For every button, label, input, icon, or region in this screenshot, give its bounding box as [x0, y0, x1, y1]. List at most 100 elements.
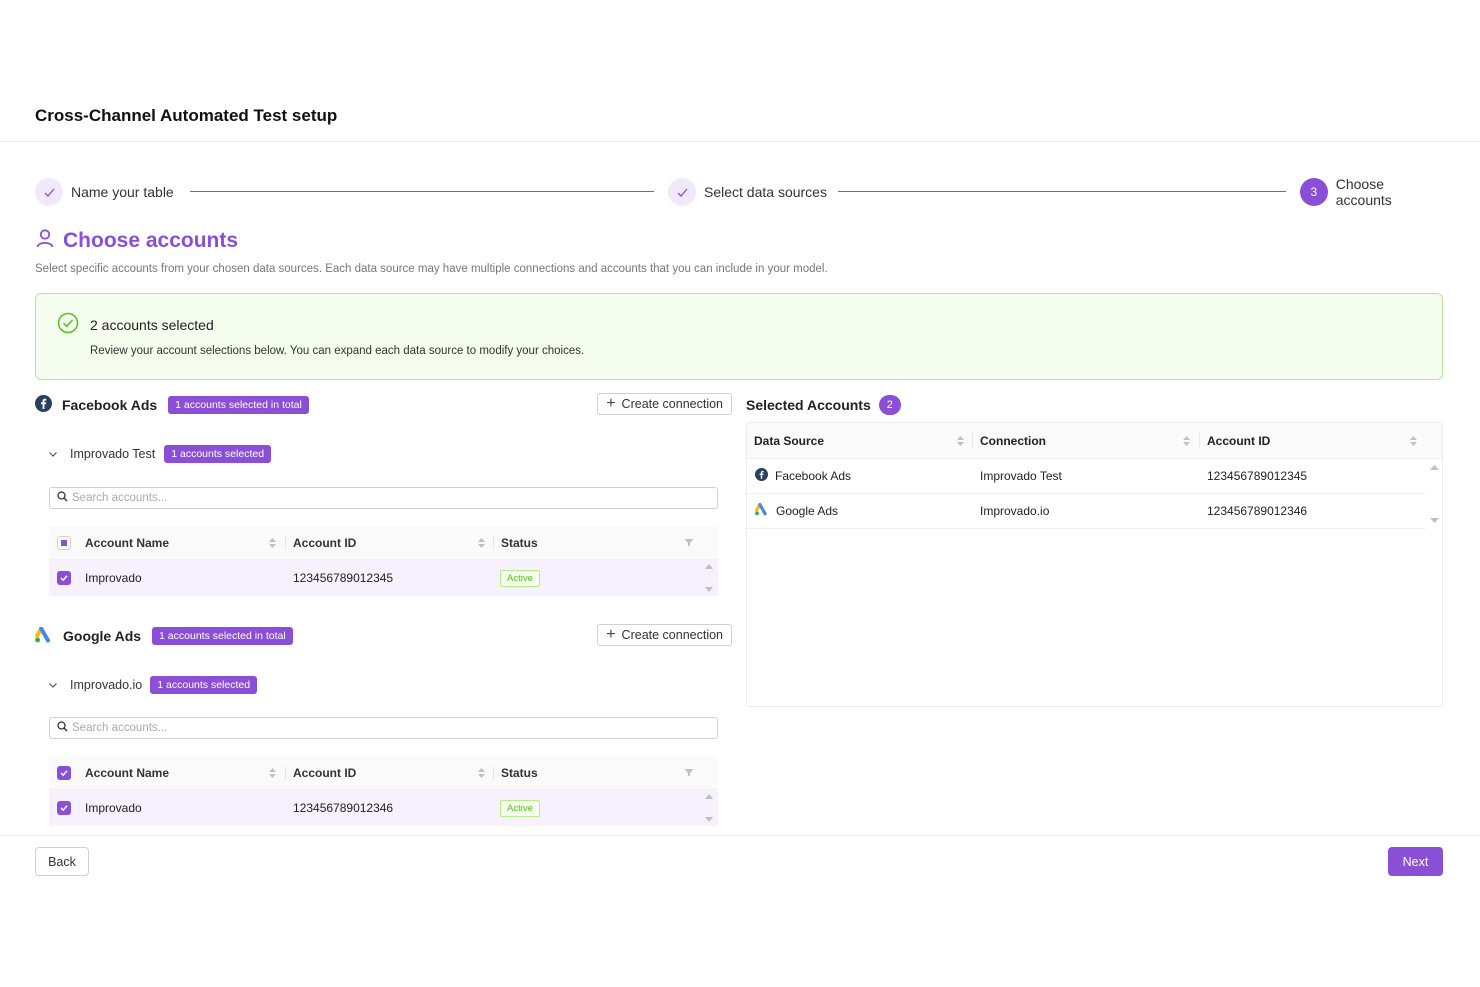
column-header[interactable]: Status	[501, 526, 538, 559]
total-selected-badge: 1 accounts selected in total	[168, 396, 309, 414]
column-header[interactable]: Account Name	[85, 756, 169, 789]
column-divider	[972, 433, 973, 447]
table-row[interactable]: Improvado 123456789012346 Active	[49, 790, 718, 826]
data-source-name: Google Ads	[776, 504, 839, 518]
next-button[interactable]: Next	[1388, 847, 1443, 876]
check-icon	[668, 178, 696, 206]
account-name: Improvado	[85, 571, 142, 585]
connection-cell: Improvado.io	[980, 504, 1050, 518]
create-connection-label: Create connection	[621, 397, 723, 411]
step-label: Name your table	[71, 184, 174, 200]
step-label: Select data sources	[704, 184, 827, 200]
connection-name: Improvado.io	[70, 678, 143, 692]
sort-icon[interactable]	[956, 423, 965, 458]
search-input[interactable]	[72, 492, 692, 504]
table-row[interactable]: Improvado 123456789012345 Active	[49, 560, 718, 596]
step-connector	[190, 191, 654, 192]
table-row: Google Ads Improvado.io 123456789012346	[747, 494, 1426, 529]
table-header: Account Name Account ID Status	[49, 756, 718, 790]
facebook-icon	[35, 395, 52, 415]
back-button[interactable]: Back	[35, 847, 89, 876]
banner-text: Review your account selections below. Yo…	[90, 345, 585, 357]
table-header: Data Source Connection Account ID	[747, 423, 1442, 459]
accounts-table: Account Name Account ID Status Improvado…	[49, 526, 718, 596]
create-connection-button[interactable]: + Create connection	[597, 624, 732, 646]
step-number: 3	[1300, 178, 1328, 206]
connection-selected-badge: 1 accounts selected	[164, 445, 272, 463]
total-selected-badge: 1 accounts selected in total	[152, 627, 293, 645]
scrollbar[interactable]	[703, 560, 715, 596]
column-header[interactable]: Account ID	[1207, 423, 1270, 458]
connection-cell: Improvado Test	[980, 469, 1062, 483]
filter-icon[interactable]	[684, 756, 694, 789]
row-checkbox[interactable]	[57, 560, 71, 596]
column-header[interactable]: Account ID	[293, 756, 356, 789]
column-header[interactable]: Data Source	[754, 423, 824, 458]
sort-icon[interactable]	[1182, 423, 1191, 458]
section-heading: Choose accounts	[35, 228, 238, 254]
google-ads-icon	[755, 502, 769, 519]
section-title: Choose accounts	[63, 229, 239, 252]
data-source-cell: Facebook Ads	[755, 459, 851, 493]
account-id-cell: 123456789012345	[1207, 469, 1308, 483]
sort-icon[interactable]	[477, 526, 486, 559]
account-id: 123456789012345	[293, 571, 394, 585]
scrollbar[interactable]	[703, 790, 715, 826]
connection-improvado-io[interactable]: Improvado.io 1 accounts selected	[48, 674, 258, 696]
page-title: Cross-Channel Automated Test setup	[35, 106, 338, 125]
footer-divider	[0, 835, 1480, 836]
column-header[interactable]: Account ID	[293, 526, 356, 559]
select-all-checkbox[interactable]	[57, 756, 71, 789]
select-all-checkbox[interactable]	[57, 526, 71, 559]
facebook-icon	[755, 468, 768, 484]
column-divider	[493, 536, 494, 550]
selected-count-badge: 2	[878, 395, 901, 415]
search-input[interactable]	[72, 722, 692, 734]
search-field[interactable]	[49, 487, 718, 509]
check-circle-icon	[57, 312, 79, 334]
chevron-down-icon[interactable]	[48, 449, 58, 459]
column-divider	[285, 536, 286, 550]
step-choose-accounts[interactable]: 3 Choose accounts	[1300, 176, 1443, 208]
connection-selected-badge: 1 accounts selected	[150, 676, 258, 694]
selected-accounts-title: Selected Accounts	[746, 397, 871, 413]
table-row: Facebook Ads Improvado Test 123456789012…	[747, 459, 1426, 494]
sort-icon[interactable]	[1409, 423, 1418, 458]
plus-icon: +	[606, 626, 616, 643]
table-header: Account Name Account ID Status	[49, 526, 718, 560]
google-ads-icon	[35, 626, 53, 646]
step-connector	[838, 191, 1286, 192]
column-divider	[493, 766, 494, 780]
account-name: Improvado	[85, 801, 142, 815]
search-field[interactable]	[49, 717, 718, 739]
account-id: 123456789012346	[293, 801, 394, 815]
scrollbar[interactable]	[1427, 459, 1442, 529]
account-id-cell: 123456789012346	[1207, 504, 1308, 518]
sort-icon[interactable]	[268, 526, 277, 559]
source-google-ads: Google Ads 1 accounts selected in total …	[35, 624, 732, 647]
create-connection-button[interactable]: + Create connection	[597, 393, 732, 415]
step-label: Choose accounts	[1335, 176, 1392, 208]
column-header[interactable]: Connection	[980, 423, 1046, 458]
stepper: Name your table Select data sources 3 Ch…	[35, 176, 1443, 208]
column-divider	[285, 766, 286, 780]
step-select-data-sources[interactable]: Select data sources	[668, 177, 827, 207]
create-connection-label: Create connection	[621, 628, 723, 642]
column-divider	[1199, 433, 1200, 447]
connection-improvado-test[interactable]: Improvado Test 1 accounts selected	[48, 443, 272, 465]
column-header[interactable]: Status	[501, 756, 538, 789]
status-cell: Active	[500, 790, 540, 826]
section-description: Select specific accounts from your chose…	[35, 263, 828, 275]
sort-icon[interactable]	[268, 756, 277, 789]
chevron-down-icon[interactable]	[48, 680, 58, 690]
check-icon	[35, 178, 63, 206]
sort-icon[interactable]	[477, 756, 486, 789]
row-checkbox[interactable]	[57, 790, 71, 826]
step-name-your-table[interactable]: Name your table	[35, 177, 174, 207]
selected-accounts-table: Data Source Connection Account ID Facebo…	[746, 422, 1443, 707]
accounts-table: Account Name Account ID Status Improvado…	[49, 756, 718, 826]
filter-icon[interactable]	[684, 526, 694, 559]
connection-name: Improvado Test	[70, 447, 156, 461]
column-header[interactable]: Account Name	[85, 526, 169, 559]
page-header: Cross-Channel Automated Test setup	[0, 0, 1480, 142]
